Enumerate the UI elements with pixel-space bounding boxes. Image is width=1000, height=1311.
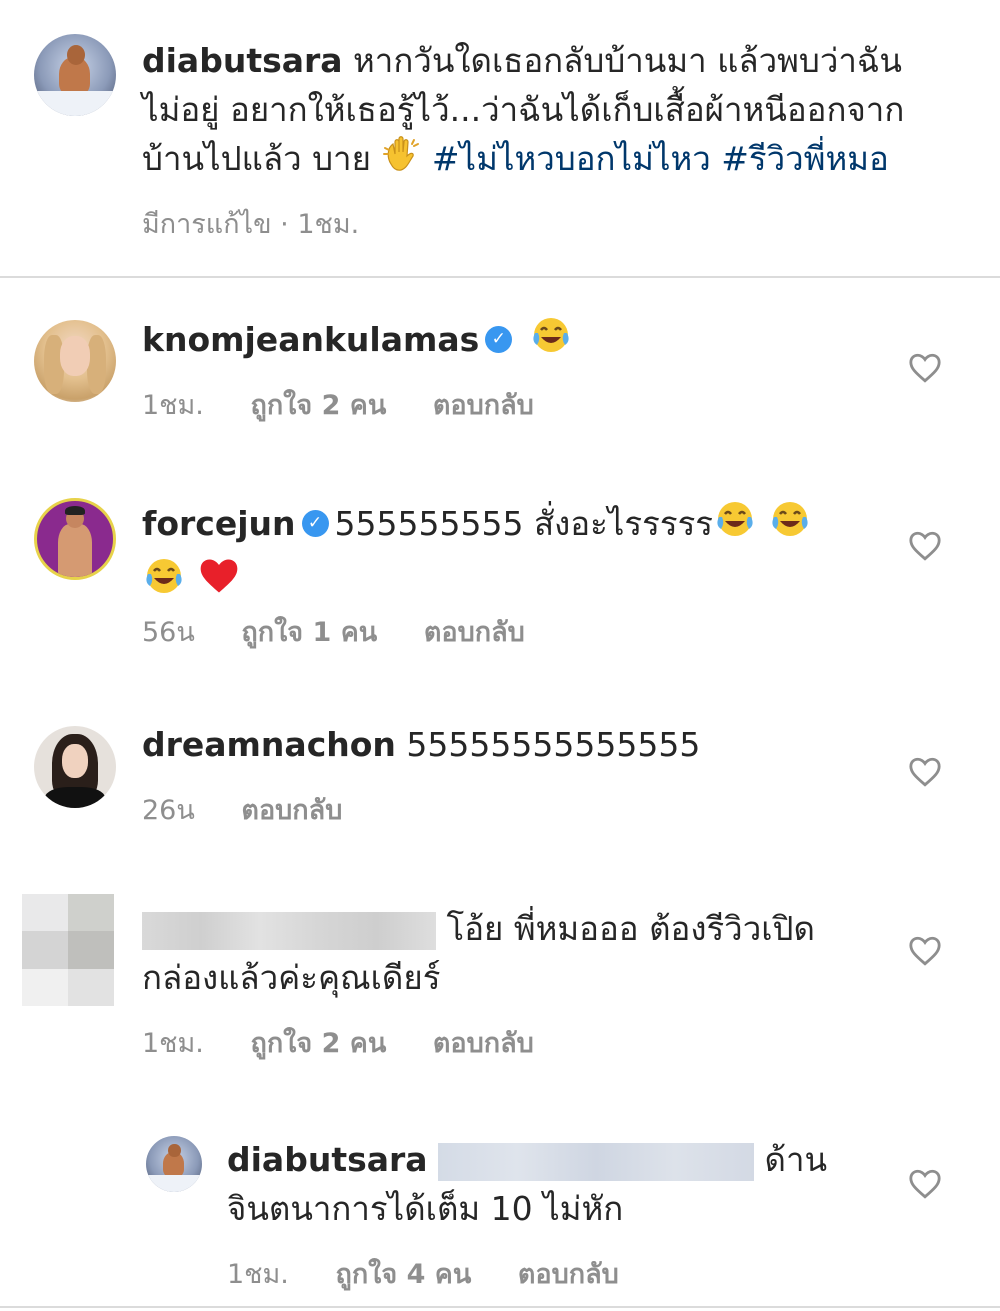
comment-meta: 26น ตอบกลับ [142,788,380,831]
caption-text: diabutsara หากวันใดเธอกลับบ้านมา แล้วพบว… [142,36,972,187]
tears-of-joy-emoji-icon [529,313,573,370]
verified-badge-icon: ✓ [485,326,513,353]
commenter-avatar[interactable] [34,726,116,808]
caption-avatar[interactable] [34,34,116,116]
caption-line-3: บ้านไปแล้ว บาย [142,139,371,178]
bottom-divider [0,1306,1000,1308]
red-heart-emoji-icon [197,554,241,611]
comment-like-count[interactable]: ถูกใจ 2 คน [250,390,386,421]
post-caption: diabutsara หากวันใดเธอกลับบ้านมา แล้วพบว… [0,0,1000,276]
hashtag-link-2[interactable]: #รีวิวพี่หมอ [721,139,889,178]
commenter-avatar[interactable] [34,498,116,580]
waving-hand-icon [381,134,421,187]
comment-body-line-2: กล่องแล้วค่ะคุณเดียร์ [142,958,441,997]
reply-username[interactable]: diabutsara [227,1140,428,1179]
hashtag-link-1[interactable]: #ไม่ไหวบอกไม่ไหว [432,139,711,178]
heart-outline-icon[interactable] [908,1168,942,1200]
comment-time: 26น [142,795,195,826]
comment-username[interactable]: forcejun [142,504,296,543]
tears-of-joy-emoji-icon [768,497,812,554]
caption-line-2: ไม่อยู่ อยากให้เธอรู้ไว้...ว่าฉันได้เก็บ… [142,90,905,129]
reply-time: 1ชม. [227,1259,289,1290]
reply-button[interactable]: ตอบกลับ [433,390,534,421]
reply-avatar[interactable] [146,1136,202,1192]
heart-outline-icon[interactable] [908,530,942,562]
heart-outline-icon[interactable] [908,352,942,384]
commenter-avatar[interactable] [34,320,116,402]
comment-body: 555555555 สั่งอะไรรรรร [334,504,714,543]
heart-outline-icon[interactable] [908,935,942,967]
caption-edited-time: มีการแก้ไข · 1ชม. [142,209,360,240]
reply-button[interactable]: ตอบกลับ [518,1259,619,1290]
caption-line-1: หากวันใดเธอกลับบ้านมา แล้วพบว่าฉัน [353,41,902,80]
comment-text: knomjeankulamas ✓ [142,313,882,370]
comment-meta: 1ชม. ถูกใจ 2 คน ตอบกลับ [142,383,572,426]
comment-text: dreamnachon 55555555555555 [142,720,882,769]
comment-body: 55555555555555 [406,725,701,764]
caption-divider [0,276,1000,278]
reply-text: diabutsara ด้าน จินตนาการได้เต็ม 10 ไม่ห… [227,1135,867,1233]
comment-text: โอ้ย พี่หมอออ ต้องรีวิวเปิด กล่องแล้วค่ะ… [142,904,882,1002]
reply-button[interactable]: ตอบกลับ [424,617,525,648]
tears-of-joy-emoji-icon [713,497,757,554]
verified-badge-icon: ✓ [301,510,329,537]
tears-of-joy-emoji-icon [142,554,186,611]
comment-time: 56น [142,617,195,648]
reply-like-count[interactable]: ถูกใจ 4 คน [335,1259,471,1290]
comment-like-count[interactable]: ถูกใจ 2 คน [250,1028,386,1059]
comment-meta: 1ชม. ถูกใจ 2 คน ตอบกลับ [142,1021,572,1064]
comment-meta: 56น ถูกใจ 1 คน ตอบกลับ [142,610,563,653]
comment-time: 1ชม. [142,390,204,421]
comment-text: forcejun ✓ 555555555 สั่งอะไรรรรร [142,497,882,611]
redacted-mention [438,1142,755,1181]
comment-time: 1ชม. [142,1028,204,1059]
reply-button[interactable]: ตอบกลับ [433,1028,534,1059]
comment-like-count[interactable]: ถูกใจ 1 คน [241,617,377,648]
reply-meta: 1ชม. ถูกใจ 4 คน ตอบกลับ [227,1252,657,1295]
comment-username[interactable]: dreamnachon [142,725,396,764]
redacted-username [142,911,436,950]
comment-username[interactable]: knomjeankulamas [142,320,479,359]
heart-outline-icon[interactable] [908,756,942,788]
caption-username[interactable]: diabutsara [142,41,343,80]
comment-body-line-1: โอ้ย พี่หมอออ ต้องรีวิวเปิด [446,909,815,948]
reply-body-line-1: ด้าน [764,1140,828,1179]
reply-body-line-2: จินตนาการได้เต็ม 10 ไม่หัก [227,1189,624,1228]
reply-button[interactable]: ตอบกลับ [241,795,342,826]
commenter-avatar[interactable] [22,894,114,1006]
